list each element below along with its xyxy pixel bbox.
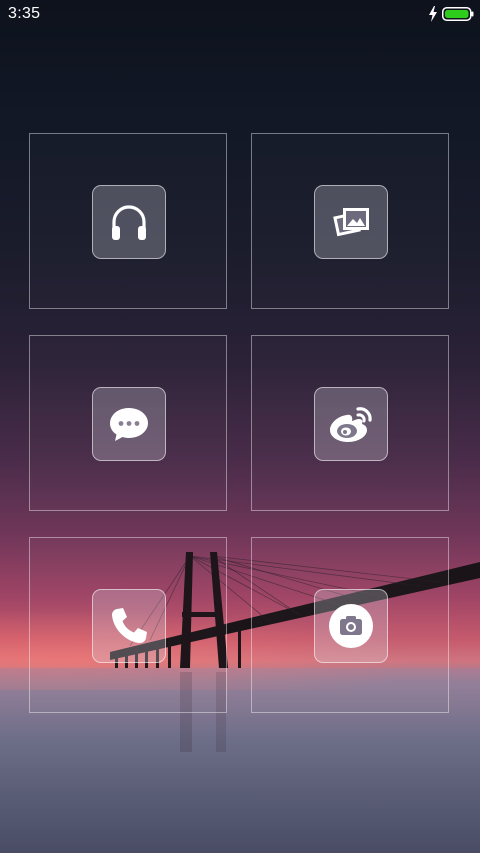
tile-weibo [251,335,449,511]
status-bar: 3:35 [0,0,480,30]
weibo-app-button[interactable] [314,387,388,461]
weibo-icon [330,407,372,442]
chat-bubble-icon [110,408,148,441]
camera-icon [329,604,373,648]
status-time: 3:35 [8,5,41,22]
messages-app-button[interactable] [92,387,166,461]
charging-icon [429,6,437,22]
lock-screen: 3:35 [0,0,480,853]
phone-icon [112,608,147,643]
photos-icon [333,208,369,237]
tile-phone [29,537,227,713]
gallery-app-button[interactable] [314,185,388,259]
headphones-icon [112,205,146,240]
phone-app-button[interactable] [92,589,166,663]
tile-music [29,133,227,309]
battery-icon [442,7,474,21]
tile-messages [29,335,227,511]
camera-app-button[interactable] [314,589,388,663]
music-app-button[interactable] [92,185,166,259]
tile-gallery [251,133,449,309]
tile-camera [251,537,449,713]
